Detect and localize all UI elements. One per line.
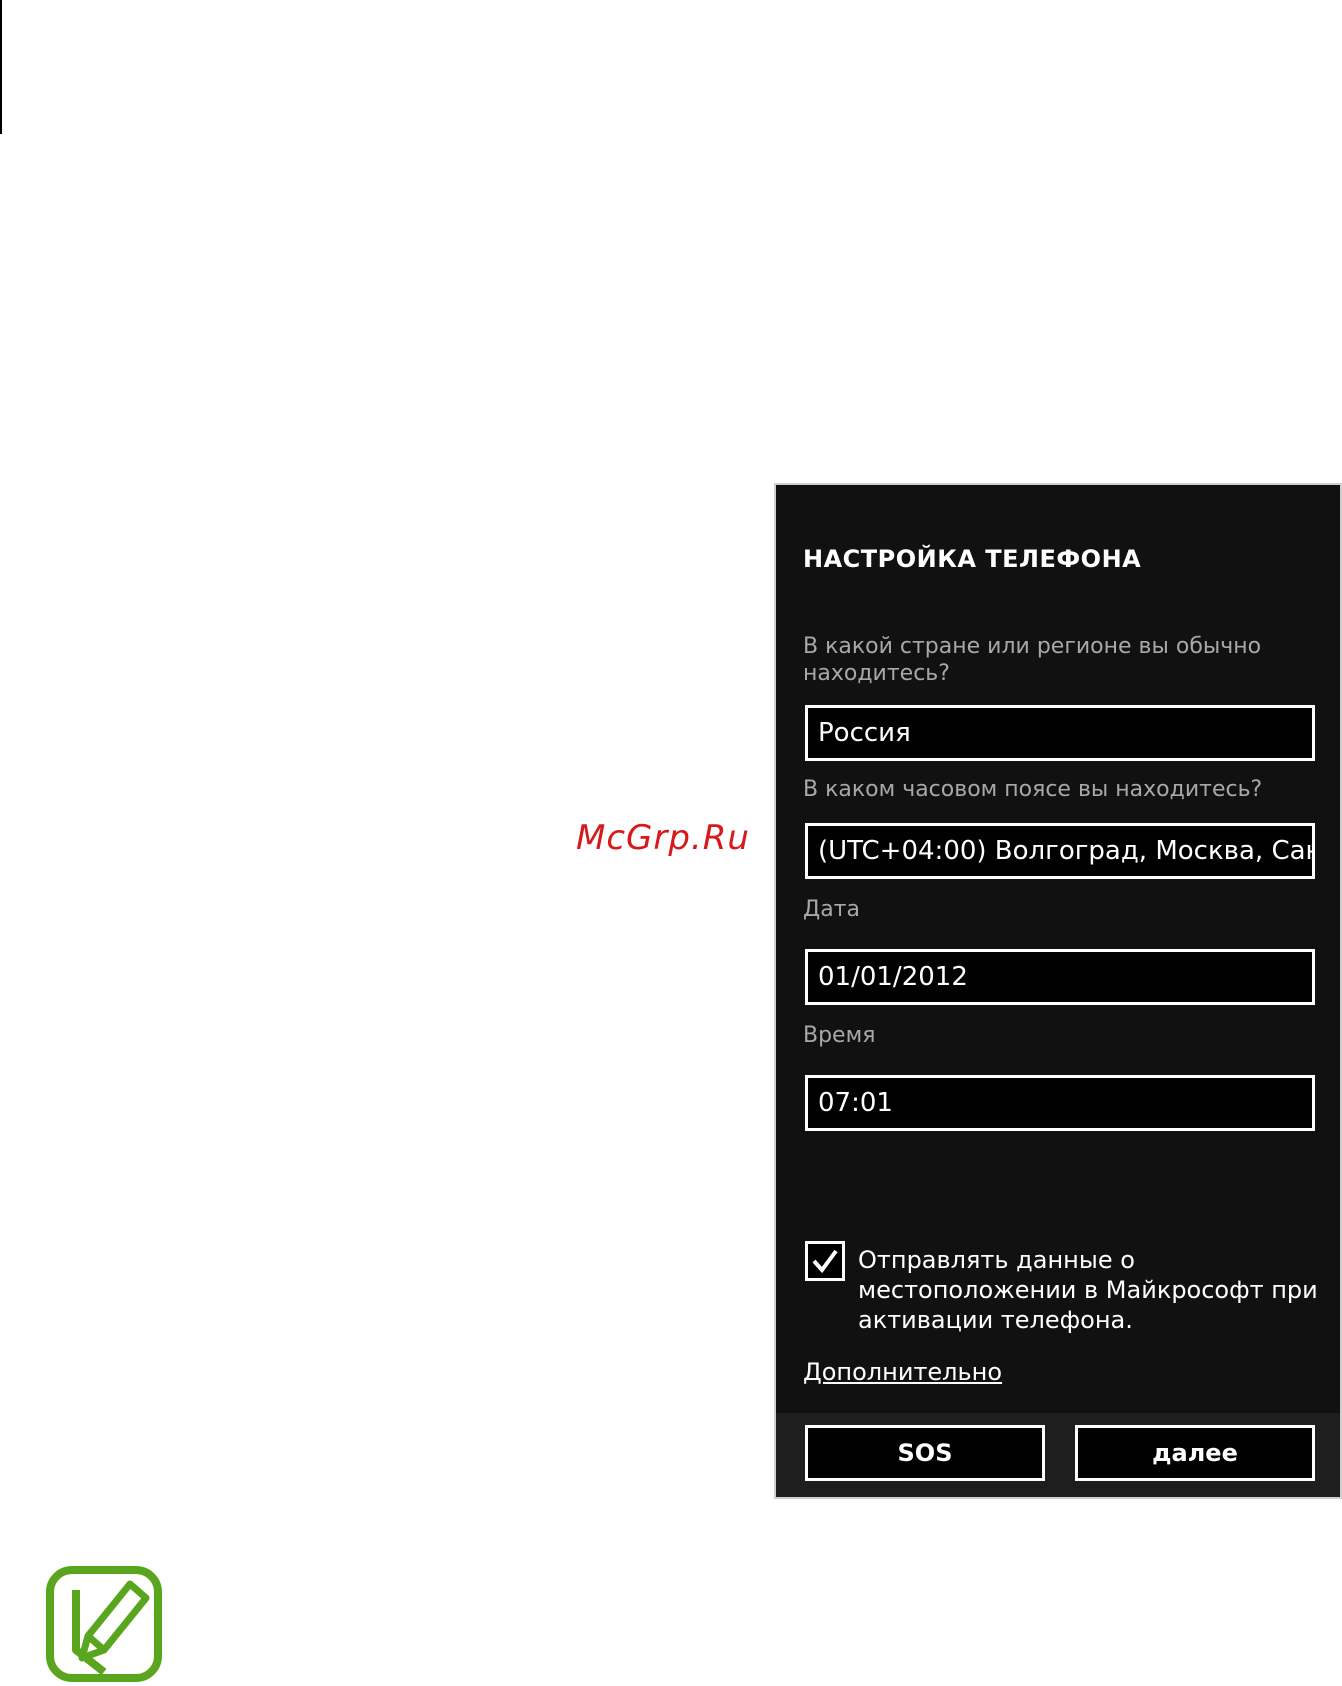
- date-field[interactable]: 01/01/2012: [805, 949, 1315, 1005]
- screen-title: НАСТРОЙКА ТЕЛЕФОНА: [803, 545, 1142, 573]
- app-bar: SOS далее: [776, 1413, 1340, 1497]
- country-field[interactable]: Россия: [805, 705, 1315, 761]
- sos-button[interactable]: SOS: [805, 1425, 1045, 1481]
- more-link[interactable]: Дополнительно: [803, 1358, 1002, 1386]
- checkmark-icon: [812, 1249, 838, 1274]
- timezone-label: В каком часовом поясе вы находитесь?: [803, 777, 1263, 802]
- location-checkbox[interactable]: [805, 1241, 845, 1281]
- next-button[interactable]: далее: [1075, 1425, 1315, 1481]
- location-checkbox-label: Отправлять данные о местоположении в Май…: [858, 1246, 1318, 1334]
- page-margin-rule: [0, 0, 2, 134]
- time-label: Время: [803, 1023, 876, 1048]
- date-label: Дата: [803, 897, 860, 922]
- time-field[interactable]: 07:01: [805, 1075, 1315, 1131]
- pencil-note-icon: [46, 1566, 162, 1682]
- watermark: McGrp.Ru: [576, 818, 750, 858]
- country-label: В какой стране или регионе вы обычно нах…: [803, 634, 1262, 686]
- phone-setup-screen: НАСТРОЙКА ТЕЛЕФОНА В какой стране или ре…: [774, 483, 1342, 1499]
- timezone-field[interactable]: (UTC+04:00) Волгоград, Москва, Санкт-Пет…: [805, 823, 1315, 879]
